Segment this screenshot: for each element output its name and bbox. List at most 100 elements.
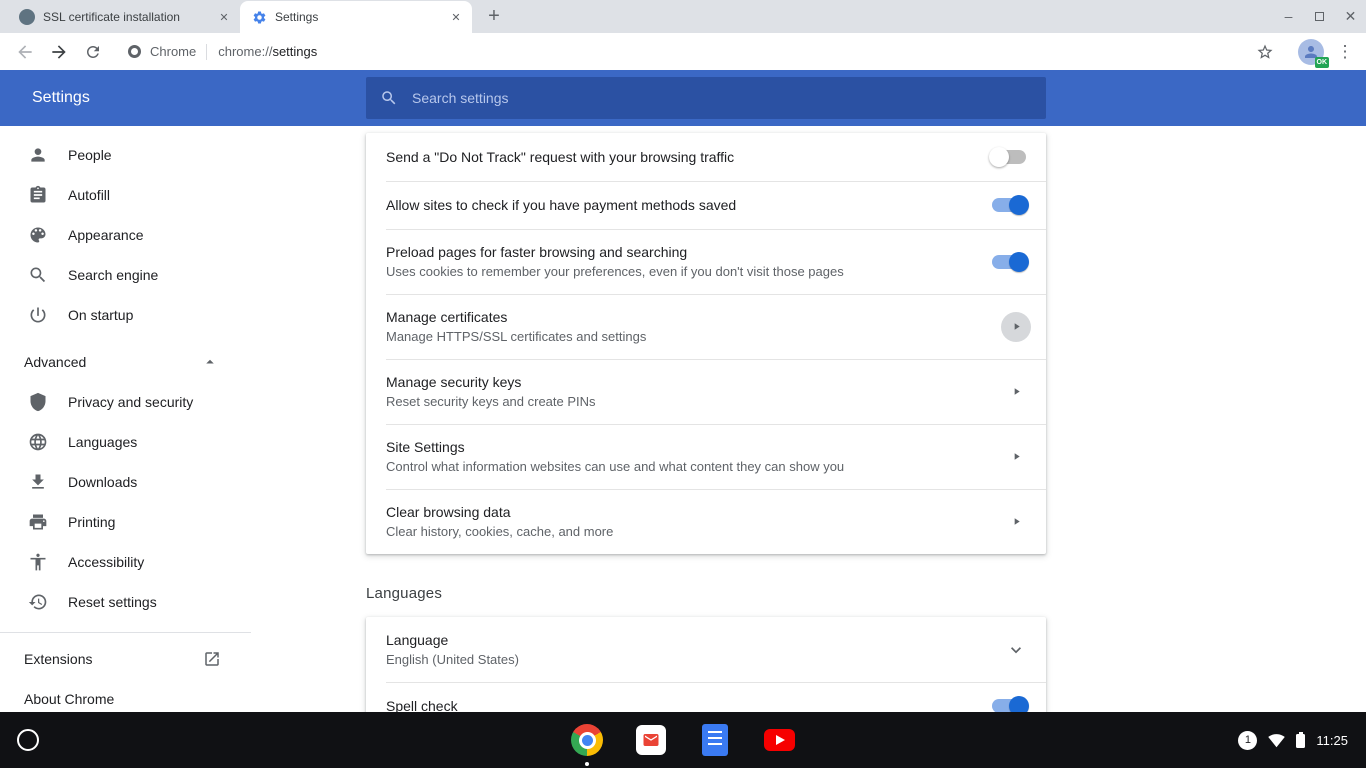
page-favicon-icon xyxy=(19,9,35,25)
setting-title: Send a "Do Not Track" request with your … xyxy=(386,147,972,167)
toggle-do-not-track[interactable] xyxy=(992,150,1026,164)
settings-search[interactable] xyxy=(366,77,1046,119)
setting-row-clear-browsing-data[interactable]: Clear browsing data Clear history, cooki… xyxy=(366,489,1046,554)
sidebar-item-on-startup[interactable]: On startup xyxy=(0,295,251,335)
site-info-icon[interactable] xyxy=(128,45,141,58)
shelf: 1 11:25 xyxy=(0,712,1366,768)
sidebar-item-downloads[interactable]: Downloads xyxy=(0,462,251,502)
launcher-button[interactable] xyxy=(0,712,56,768)
profile-avatar[interactable]: OK xyxy=(1298,39,1324,65)
sidebar-item-advanced[interactable]: Advanced xyxy=(0,342,251,382)
forward-button[interactable] xyxy=(44,37,74,67)
shelf-app-youtube[interactable] xyxy=(763,712,795,768)
sidebar-label: Advanced xyxy=(24,354,86,370)
setting-subtitle: English (United States) xyxy=(386,650,1001,669)
notification-count-badge[interactable]: 1 xyxy=(1238,731,1257,750)
gmail-icon xyxy=(636,725,666,755)
setting-subtitle: Manage HTTPS/SSL certificates and settin… xyxy=(386,327,1001,346)
sidebar-item-appearance[interactable]: Appearance xyxy=(0,215,251,255)
setting-title: Manage certificates xyxy=(386,307,1001,327)
toggle-spell-check[interactable] xyxy=(992,699,1026,712)
sidebar-label: Reset settings xyxy=(68,594,157,610)
url-scheme: chrome:// xyxy=(218,44,272,59)
site-chip-label: Chrome xyxy=(150,44,196,59)
settings-content: Send a "Do Not Track" request with your … xyxy=(251,126,1366,712)
tab-close-icon[interactable]: ✕ xyxy=(216,9,232,25)
window-controls: – ✕ xyxy=(1273,0,1366,32)
tab-title: Settings xyxy=(275,10,440,24)
accessibility-icon xyxy=(28,552,48,572)
settings-header: Settings xyxy=(0,70,1366,126)
setting-row-manage-security-keys[interactable]: Manage security keys Reset security keys… xyxy=(366,359,1046,424)
restore-button[interactable] xyxy=(1304,0,1335,32)
avatar-status-badge: OK xyxy=(1315,57,1330,68)
sidebar-label: Autofill xyxy=(68,187,110,203)
setting-subtitle: Uses cookies to remember your preference… xyxy=(386,262,972,281)
sidebar-item-printing[interactable]: Printing xyxy=(0,502,251,542)
subpage-arrow-icon[interactable] xyxy=(1001,507,1031,537)
palette-icon xyxy=(28,225,48,245)
sidebar-item-search-engine[interactable]: Search engine xyxy=(0,255,251,295)
download-icon xyxy=(28,472,48,492)
browser-menu-icon[interactable]: ⋮ xyxy=(1332,42,1358,62)
setting-title: Preload pages for faster browsing and se… xyxy=(386,242,972,262)
sidebar-item-languages[interactable]: Languages xyxy=(0,422,251,462)
launcher-icon xyxy=(17,729,39,751)
sidebar-item-autofill[interactable]: Autofill xyxy=(0,175,251,215)
running-indicator-dot xyxy=(585,762,589,766)
shelf-app-chrome[interactable] xyxy=(571,712,603,768)
toggle-preload-pages[interactable] xyxy=(992,255,1026,269)
sidebar-item-reset-settings[interactable]: Reset settings xyxy=(0,582,251,622)
gear-favicon-icon xyxy=(251,9,267,25)
setting-row-payment-methods: Allow sites to check if you have payment… xyxy=(366,181,1046,229)
sidebar-item-people[interactable]: People xyxy=(0,135,251,175)
sidebar-item-privacy-and-security[interactable]: Privacy and security xyxy=(0,382,251,422)
person-icon xyxy=(28,145,48,165)
power-icon xyxy=(28,305,48,325)
setting-row-manage-certificates[interactable]: Manage certificates Manage HTTPS/SSL cer… xyxy=(366,294,1046,359)
url-text: chrome://settings xyxy=(218,44,317,59)
reload-button[interactable] xyxy=(78,37,108,67)
clock: 11:25 xyxy=(1316,733,1348,748)
back-arrow-icon xyxy=(15,42,35,62)
chevron-down-icon[interactable] xyxy=(1001,635,1031,665)
sidebar-label: Downloads xyxy=(68,474,137,490)
subpage-arrow-icon[interactable] xyxy=(1001,312,1031,342)
sidebar-item-accessibility[interactable]: Accessibility xyxy=(0,542,251,582)
setting-row-language[interactable]: Language English (United States) xyxy=(366,617,1046,682)
setting-title: Allow sites to check if you have payment… xyxy=(386,195,972,215)
subpage-arrow-icon[interactable] xyxy=(1001,442,1031,472)
sidebar-item-extensions[interactable]: Extensions xyxy=(0,639,251,679)
search-icon xyxy=(380,89,398,107)
chrome-icon xyxy=(571,724,603,756)
address-bar[interactable]: Chrome chrome://settings xyxy=(116,37,1286,67)
sidebar-label: Accessibility xyxy=(68,554,144,570)
settings-body: People Autofill Appearance Search engine… xyxy=(0,126,1366,712)
tab-settings[interactable]: Settings ✕ xyxy=(240,1,472,33)
setting-title: Language xyxy=(386,630,1001,650)
shelf-app-gmail[interactable] xyxy=(635,712,667,768)
setting-row-site-settings[interactable]: Site Settings Control what information w… xyxy=(366,424,1046,489)
status-tray[interactable]: 1 11:25 xyxy=(1220,712,1366,768)
sidebar-divider xyxy=(0,632,251,633)
subpage-arrow-icon[interactable] xyxy=(1001,377,1031,407)
minimize-button[interactable]: – xyxy=(1273,0,1304,32)
browser-toolbar: Chrome chrome://settings OK ⋮ xyxy=(0,33,1366,70)
search-input[interactable] xyxy=(410,89,1032,107)
reload-icon xyxy=(84,43,102,61)
back-button[interactable] xyxy=(10,37,40,67)
new-tab-button[interactable]: + xyxy=(480,3,508,31)
caret-up-icon[interactable] xyxy=(201,353,219,371)
bookmark-star-icon[interactable] xyxy=(1256,43,1274,61)
printer-icon xyxy=(28,512,48,532)
tab-ssl-certificate-installation[interactable]: SSL certificate installation ✕ xyxy=(8,1,240,33)
toggle-payment-methods[interactable] xyxy=(992,198,1026,212)
shelf-app-docs[interactable] xyxy=(699,712,731,768)
setting-subtitle: Clear history, cookies, cache, and more xyxy=(386,522,1001,541)
forward-arrow-icon xyxy=(49,42,69,62)
sidebar-item-about-chrome[interactable]: About Chrome xyxy=(0,679,251,712)
tab-close-icon[interactable]: ✕ xyxy=(448,9,464,25)
chip-separator xyxy=(206,44,207,60)
close-window-button[interactable]: ✕ xyxy=(1335,0,1366,32)
setting-title: Site Settings xyxy=(386,437,1001,457)
